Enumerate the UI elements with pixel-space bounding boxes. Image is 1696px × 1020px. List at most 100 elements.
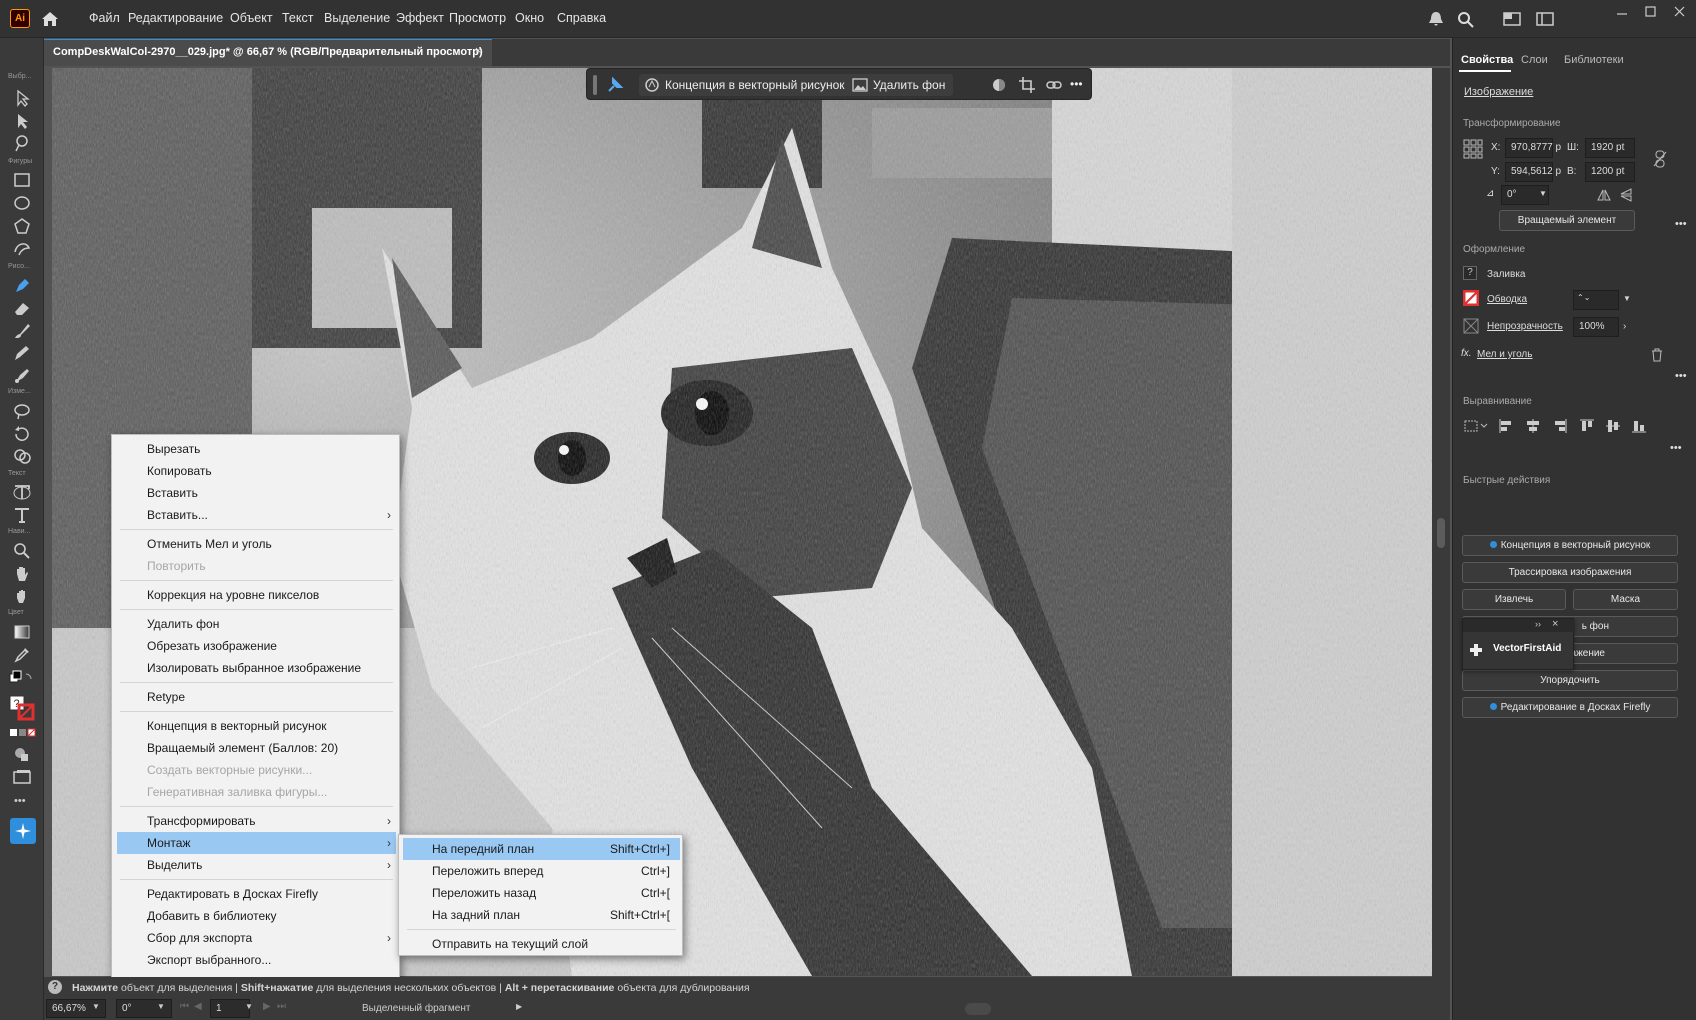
opacity-field[interactable]: 100% bbox=[1573, 317, 1619, 337]
mask-button[interactable]: Маска bbox=[1573, 589, 1678, 610]
flip-vertical-icon[interactable] bbox=[1619, 188, 1633, 202]
chevron-down-icon[interactable]: ▼ bbox=[1539, 189, 1547, 198]
menu-item-transform[interactable]: Трансформировать › bbox=[112, 810, 401, 832]
play-icon[interactable]: ▶ bbox=[516, 1002, 522, 1011]
tab-libraries[interactable]: Библиотеки bbox=[1564, 54, 1624, 66]
vertical-scrollbar[interactable] bbox=[1432, 68, 1450, 977]
hand-tool-icon[interactable] bbox=[11, 564, 33, 584]
reference-point-icon[interactable] bbox=[1463, 139, 1483, 159]
align-center-v-icon[interactable] bbox=[1605, 418, 1621, 434]
horizontal-scroll-thumb[interactable] bbox=[965, 1003, 991, 1015]
align-to-icon[interactable] bbox=[1463, 418, 1489, 434]
constrain-proportions-icon[interactable] bbox=[1653, 150, 1667, 168]
screen-mode-icon[interactable] bbox=[11, 767, 33, 787]
fx-icon[interactable]: fx. bbox=[1461, 348, 1472, 359]
artboard-field[interactable]: 1 bbox=[210, 999, 250, 1018]
chevron-down-icon[interactable]: ▼ bbox=[1623, 294, 1631, 303]
height-field[interactable]: 1200 pt bbox=[1585, 162, 1635, 182]
menu-item-remove-background[interactable]: Удалить фон bbox=[112, 613, 401, 635]
mask-icon[interactable] bbox=[990, 76, 1008, 94]
chevron-down-icon[interactable]: ▼ bbox=[92, 1002, 100, 1011]
stroke-weight-field[interactable]: ⌃⌄ bbox=[1573, 290, 1619, 310]
close-window-icon[interactable] bbox=[1670, 2, 1690, 20]
align-center-h-icon[interactable] bbox=[1525, 418, 1541, 434]
align-top-icon[interactable] bbox=[1579, 418, 1595, 434]
menu-item-crop-image[interactable]: Обрезать изображение bbox=[112, 635, 401, 657]
menu-item-retype[interactable]: Retype bbox=[112, 686, 401, 708]
y-field[interactable]: 594,5612 p bbox=[1505, 162, 1561, 182]
remove-background-button[interactable]: Удалить фон bbox=[847, 74, 954, 96]
menu-window[interactable]: Окно bbox=[515, 11, 544, 25]
turntable-button[interactable]: Вращаемый элемент bbox=[1499, 210, 1635, 231]
selection-tool-icon[interactable] bbox=[11, 88, 33, 108]
link-icon[interactable] bbox=[1045, 76, 1063, 94]
collapse-panel-icon[interactable]: ›› bbox=[1535, 619, 1541, 629]
menu-file[interactable]: Файл bbox=[89, 11, 120, 25]
menu-item-select[interactable]: Выделить › bbox=[112, 854, 401, 876]
plus-icon[interactable] bbox=[1469, 643, 1483, 657]
menu-select[interactable]: Выделение bbox=[324, 11, 390, 25]
submenu-item-send-to-current-layer[interactable]: Отправить на текущий слой bbox=[399, 933, 684, 955]
fill-stroke-icon[interactable]: ? bbox=[7, 694, 37, 722]
pen-tool-icon[interactable] bbox=[11, 275, 33, 295]
stroke-swatch[interactable] bbox=[1463, 290, 1479, 306]
menu-item-copy[interactable]: Копировать bbox=[112, 460, 401, 482]
image-trace-button[interactable]: Трассировка изображения bbox=[1462, 562, 1678, 583]
crop-icon[interactable] bbox=[1018, 76, 1036, 94]
arrange-docs-icon[interactable] bbox=[1535, 10, 1555, 28]
submenu-item-send-backward[interactable]: Переложить назад Ctrl+[ bbox=[399, 882, 684, 904]
menu-item-paste[interactable]: Вставить bbox=[112, 482, 401, 504]
rotate-view-tool-icon[interactable] bbox=[11, 587, 33, 607]
width-field[interactable]: 1920 pt bbox=[1585, 138, 1635, 158]
eyedropper-tool-icon[interactable] bbox=[11, 644, 33, 664]
rectangle-tool-icon[interactable] bbox=[11, 170, 33, 190]
home-icon[interactable] bbox=[40, 10, 60, 28]
extract-button[interactable]: Извлечь bbox=[1462, 589, 1566, 610]
menu-item-cut[interactable]: Вырезать bbox=[112, 438, 401, 460]
menu-item-turntable[interactable]: Вращаемый элемент (Баллов: 20) bbox=[112, 737, 401, 759]
last-artboard-icon[interactable]: ⏭ bbox=[277, 1001, 286, 1012]
menu-view[interactable]: Просмотр bbox=[449, 11, 506, 25]
shape-builder-tool-icon[interactable] bbox=[11, 446, 33, 466]
effect-label[interactable]: Мел и уголь bbox=[1477, 349, 1532, 360]
flip-horizontal-icon[interactable] bbox=[1597, 188, 1611, 202]
more-options-icon[interactable]: ••• bbox=[1675, 218, 1687, 230]
document-tab[interactable]: CompDeskWalCol-2970__029.jpg* @ 66,67 % … bbox=[44, 39, 492, 66]
magic-wand-tool-icon[interactable] bbox=[11, 133, 33, 153]
menu-item-pixel-correction[interactable]: Коррекция на уровне пикселов bbox=[112, 584, 401, 606]
chevron-right-icon[interactable]: › bbox=[1623, 321, 1626, 332]
search-icon[interactable] bbox=[1456, 10, 1476, 28]
object-type-label[interactable]: Изображение bbox=[1464, 86, 1533, 98]
shaper-tool-icon[interactable] bbox=[11, 238, 33, 258]
more-options-button[interactable]: ••• bbox=[1070, 77, 1083, 91]
menu-item-vectorize[interactable]: Концепция в векторный рисунок bbox=[112, 715, 401, 737]
menu-type[interactable]: Текст bbox=[282, 11, 313, 25]
submenu-item-bring-to-front[interactable]: На передний план Shift+Ctrl+] bbox=[403, 838, 680, 860]
brush-tool-icon[interactable] bbox=[11, 321, 33, 341]
plugin-panel-header[interactable]: ›› × bbox=[1463, 618, 1575, 632]
bell-icon[interactable] bbox=[1426, 10, 1446, 28]
tab-properties[interactable]: Свойства bbox=[1461, 54, 1513, 66]
eraser-tool-icon[interactable] bbox=[11, 298, 33, 318]
menu-item-arrange[interactable]: Монтаж › bbox=[117, 832, 396, 854]
selection-status[interactable]: Выделенный фрагмент bbox=[362, 1003, 470, 1014]
menu-object[interactable]: Объект bbox=[230, 11, 273, 25]
stepper-icon[interactable]: ⌃⌄ bbox=[1577, 289, 1590, 307]
gradient-tool-icon[interactable] bbox=[11, 622, 33, 642]
ai-generate-button[interactable] bbox=[10, 818, 36, 844]
menu-item-isolate-image[interactable]: Изолировать выбранное изображение bbox=[112, 657, 401, 679]
more-tools-button[interactable]: ••• bbox=[14, 795, 26, 807]
submenu-item-send-to-back[interactable]: На задний план Shift+Ctrl+[ bbox=[399, 904, 684, 926]
blob-brush-tool-icon[interactable] bbox=[11, 366, 33, 386]
polygon-tool-icon[interactable] bbox=[11, 216, 33, 236]
submenu-item-bring-forward[interactable]: Переложить вперед Ctrl+] bbox=[399, 860, 684, 882]
align-left-icon[interactable] bbox=[1498, 418, 1514, 434]
more-options-icon[interactable]: ••• bbox=[1670, 442, 1682, 454]
direct-selection-tool-icon[interactable] bbox=[11, 111, 33, 131]
menu-item-edit-firefly-boards[interactable]: Редактировать в Досках Firefly bbox=[112, 883, 401, 905]
drag-handle[interactable] bbox=[593, 75, 597, 95]
color-mode-icon[interactable] bbox=[9, 727, 37, 739]
rotate-tool-icon[interactable] bbox=[11, 424, 33, 444]
stroke-label[interactable]: Обводка bbox=[1487, 294, 1527, 305]
pencil-tool-icon[interactable] bbox=[11, 343, 33, 363]
